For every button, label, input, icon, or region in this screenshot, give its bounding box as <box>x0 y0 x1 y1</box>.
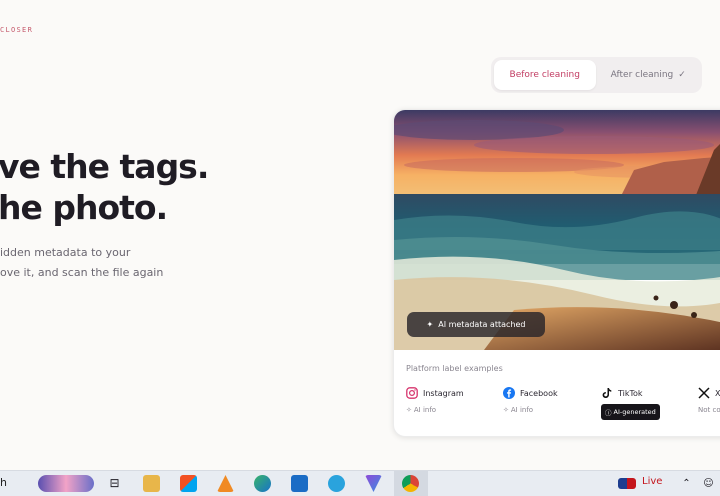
instagram-icon <box>406 387 418 399</box>
sparkle-icon: ✧ <box>406 406 412 414</box>
description-line-1: idden metadata to your <box>0 246 131 259</box>
chrome-icon[interactable] <box>402 475 419 492</box>
x-name: X <box>715 388 720 398</box>
task-view-icon[interactable]: ⊟ <box>106 475 123 492</box>
preview-card: ✦ AI metadata attached Platform label ex… <box>393 109 720 437</box>
before-cleaning-tab[interactable]: Before cleaning <box>494 60 596 90</box>
platform-x: X Not co <box>698 386 720 414</box>
instagram-label: ✧ AI info <box>406 406 464 414</box>
ai-metadata-badge: ✦ AI metadata attached <box>407 312 545 337</box>
edge-icon[interactable] <box>254 475 271 492</box>
tiktok-name: TikTok <box>618 388 643 398</box>
facebook-icon <box>503 387 515 399</box>
x-label-text: Not co <box>698 406 720 414</box>
platform-title: Platform label examples <box>406 364 503 373</box>
after-cleaning-tab[interactable]: After cleaning ✓ <box>598 60 700 90</box>
search-box-fragment[interactable]: h <box>0 476 7 489</box>
vlc-icon[interactable] <box>217 475 234 492</box>
tiktok-icon <box>601 387 613 399</box>
store-icon[interactable] <box>180 475 197 492</box>
live-label[interactable]: Live <box>642 476 662 487</box>
ai-metadata-label: AI metadata attached <box>438 320 526 329</box>
before-cleaning-label: Before cleaning <box>509 70 580 80</box>
widgets-icon[interactable] <box>38 475 94 492</box>
sunset-photo: ✦ AI metadata attached <box>394 110 720 350</box>
x-icon <box>698 387 710 399</box>
ai-generated-badge: ⓘ AI-generated <box>601 404 660 420</box>
tiktok-label-text: AI-generated <box>613 408 656 416</box>
platform-tiktok: TikTok ⓘ AI-generated <box>601 386 660 420</box>
sparkle-icon: ✧ <box>503 406 509 414</box>
platform-facebook: Facebook ✧ AI info <box>503 386 558 414</box>
check-icon: ✓ <box>678 70 686 80</box>
facebook-label-text: AI info <box>510 406 534 414</box>
chevron-up-icon[interactable]: ⌃ <box>678 475 695 492</box>
x-label: Not co <box>698 406 720 414</box>
headline-line-1: ve the tags. <box>0 147 209 186</box>
hero-headline: ve the tags. he photo. <box>0 146 209 228</box>
mlb-icon <box>618 478 636 489</box>
info-icon: ⓘ <box>605 409 612 417</box>
instagram-label-text: AI info <box>413 406 437 414</box>
eyebrow-label: CLOSER <box>0 26 34 34</box>
after-cleaning-label: After cleaning <box>610 70 674 80</box>
telegram-icon[interactable] <box>328 475 345 492</box>
headline-line-2: he photo. <box>0 188 168 227</box>
sparkle-icon: ✦ <box>426 320 434 329</box>
file-explorer-icon[interactable] <box>143 475 160 492</box>
description-line-2: ove it, and scan the file again <box>0 266 164 279</box>
hero-description: idden metadata to your ove it, and scan … <box>0 243 163 283</box>
windows-taskbar: h ⊟ Live ⌃ ☺ <box>0 470 720 496</box>
platform-instagram: Instagram ✧ AI info <box>406 386 464 414</box>
outlook-icon[interactable] <box>291 475 308 492</box>
app-icon[interactable] <box>365 475 382 492</box>
facebook-name: Facebook <box>520 388 558 398</box>
tray-icon[interactable]: ☺ <box>700 475 717 492</box>
instagram-name: Instagram <box>423 388 464 398</box>
cleaning-toggle: Before cleaning After cleaning ✓ <box>491 57 702 93</box>
facebook-label: ✧ AI info <box>503 406 558 414</box>
